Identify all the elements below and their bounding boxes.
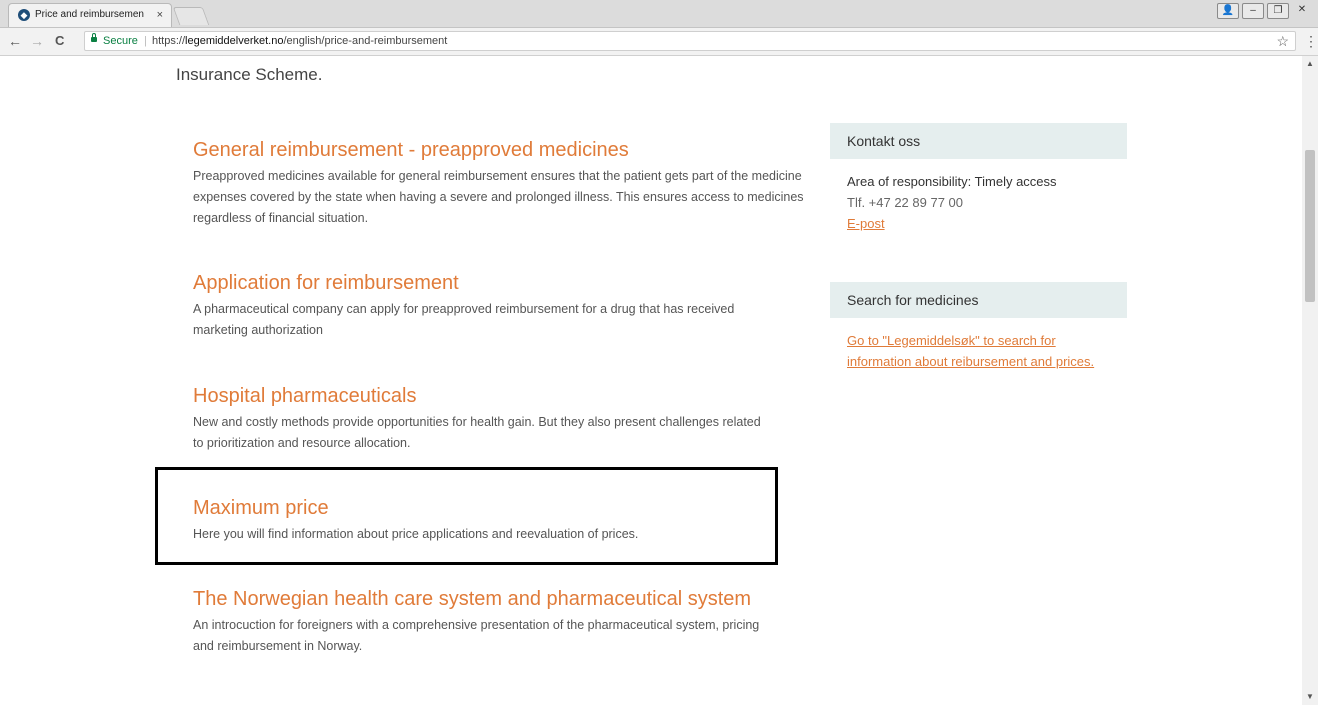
bookmark-star-icon[interactable]: ☆: [1276, 32, 1289, 50]
list-item: The Norwegian health care system and pha…: [193, 587, 813, 657]
back-icon[interactable]: ←: [8, 33, 22, 49]
list-item: Application for reimbursement A pharmace…: [193, 271, 813, 341]
contact-box: Kontakt oss Area of responsibility: Time…: [830, 123, 1127, 234]
maximize-button[interactable]: ❐: [1267, 3, 1289, 19]
item-title-link[interactable]: Application for reimbursement: [193, 271, 813, 295]
browser-tab[interactable]: ◆ Price and reimbursemen ×: [8, 3, 172, 27]
contact-phone: Tlf. +47 22 89 77 00: [847, 195, 964, 210]
url-scheme: https://: [152, 35, 186, 47]
url-host: legemiddelverket.no: [185, 35, 284, 47]
contact-area: Area of responsibility: Timely access: [847, 174, 1057, 189]
item-title-link[interactable]: General reimbursement - preapproved medi…: [193, 138, 813, 162]
minimize-button[interactable]: –: [1242, 3, 1264, 19]
item-description: A pharmaceutical company can apply for p…: [193, 302, 735, 337]
scroll-down-icon[interactable]: ▼: [1306, 692, 1314, 701]
item-title-link[interactable]: Maximum price: [193, 496, 813, 520]
reload-icon[interactable]: C: [55, 33, 64, 49]
search-heading: Search for medicines: [830, 282, 1127, 318]
url-separator: |: [144, 35, 147, 47]
tab-title: Price and reimbursemen: [35, 9, 144, 20]
url-text: https://legemiddelverket.no/english/pric…: [152, 32, 447, 50]
item-description: New and costly methods provide opportuni…: [193, 415, 761, 450]
search-medicines-box: Search for medicines Go to "Legemiddelsø…: [830, 282, 1127, 372]
scrollbar-thumb[interactable]: [1305, 150, 1315, 302]
profile-icon[interactable]: 👤: [1217, 3, 1239, 19]
list-item: Hospital pharmaceuticals New and costly …: [193, 384, 813, 454]
lock-icon: [91, 33, 97, 42]
email-link[interactable]: E-post: [847, 216, 885, 231]
browser-toolbar: ← → C Secure | https://legemiddelverket.…: [0, 28, 1318, 56]
list-item: General reimbursement - preapproved medi…: [193, 138, 813, 229]
search-body: Go to "Legemiddelsøk" to search for info…: [830, 318, 1097, 372]
item-description: An introcuction for foreigners with a co…: [193, 618, 760, 653]
url-path: /english/price-and-reimbursement: [283, 35, 448, 47]
list-item: Maximum price Here you will find informa…: [193, 496, 813, 545]
scroll-up-icon[interactable]: ▲: [1306, 59, 1314, 68]
address-bar[interactable]: Secure | https://legemiddelverket.no/eng…: [84, 31, 1296, 51]
page-content: Insurance Scheme. General reimbursement …: [0, 56, 1302, 705]
item-title-link[interactable]: Hospital pharmaceuticals: [193, 384, 813, 408]
intro-text: Insurance Scheme.: [176, 65, 323, 84]
contact-heading: Kontakt oss: [830, 123, 1127, 159]
vertical-scrollbar[interactable]: ▲ ▼: [1302, 56, 1318, 705]
window-controls: 👤 – ❐ ✕: [1217, 3, 1312, 19]
forward-icon[interactable]: →: [30, 33, 44, 49]
item-description: Here you will find information about pri…: [193, 527, 639, 541]
browser-tab-strip: ◆ Price and reimbursemen × 👤 – ❐ ✕: [0, 0, 1318, 28]
legemiddelsok-link[interactable]: Go to "Legemiddelsøk" to search for info…: [847, 333, 1094, 369]
item-title-link[interactable]: The Norwegian health care system and pha…: [193, 587, 813, 611]
contact-body: Area of responsibility: Timely access Tl…: [830, 159, 1127, 234]
secure-label: Secure: [103, 35, 138, 47]
browser-menu-icon[interactable]: ⋮: [1304, 33, 1318, 50]
tab-close-icon[interactable]: ×: [157, 8, 163, 22]
item-description: Preapproved medicines available for gene…: [193, 169, 804, 225]
close-window-button[interactable]: ✕: [1292, 3, 1312, 17]
site-favicon-icon: ◆: [18, 9, 30, 21]
new-tab-button[interactable]: [172, 7, 210, 25]
